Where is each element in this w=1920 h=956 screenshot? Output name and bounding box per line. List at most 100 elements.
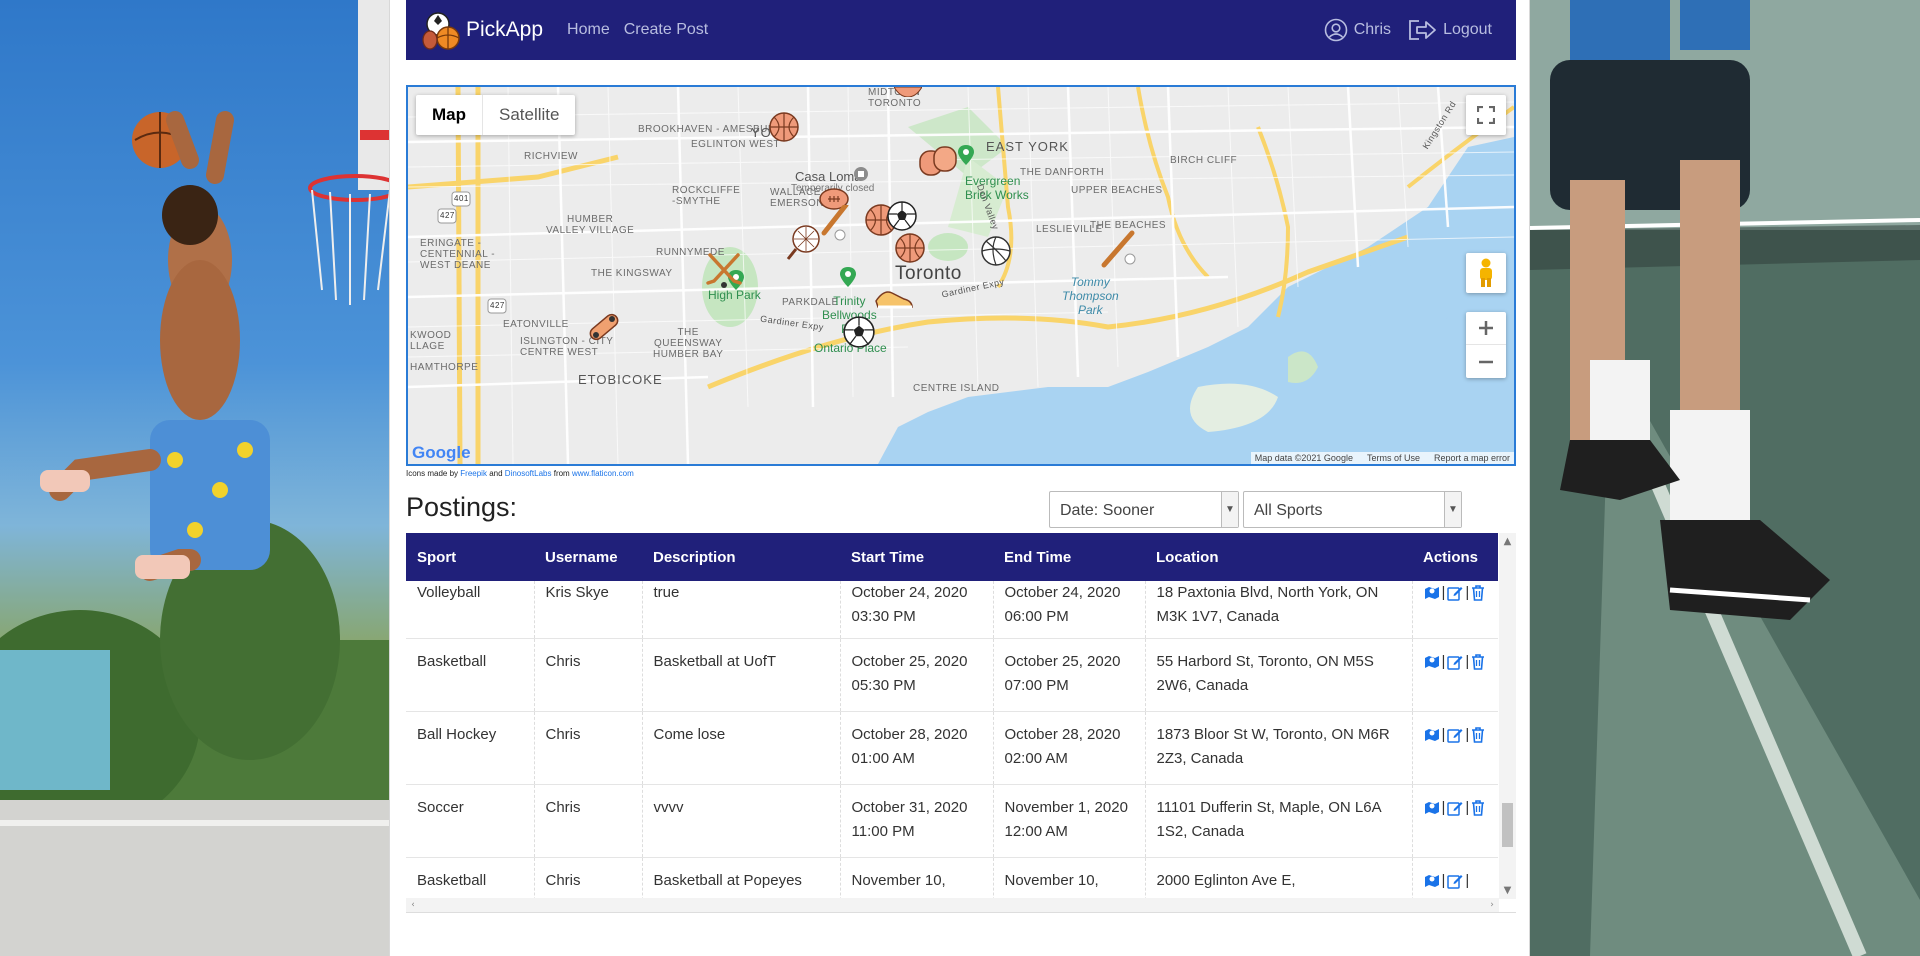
map-data-credit: Map data ©2021 Google	[1254, 453, 1353, 463]
cell-username: Chris	[534, 711, 643, 785]
boxing-marker-icon[interactable]	[918, 145, 958, 181]
user-profile-link[interactable]: Chris	[1324, 18, 1391, 42]
map-label-rockcliffe: ROCKCLIFFE -SMYTHE	[672, 185, 741, 207]
google-logo-text: Google	[412, 443, 471, 462]
tennis-baseball-marker-icon[interactable]	[784, 205, 854, 265]
cell-end-time: October 24, 2020 06:00 PM	[993, 581, 1146, 639]
map-type-map-button[interactable]: Map	[416, 95, 483, 135]
sport-filter-select[interactable]: All Sports ▼	[1243, 491, 1462, 528]
map-label-upper-beaches: UPPER BEACHES	[1071, 185, 1163, 196]
map-label-danforth: THE DANFORTH	[1020, 167, 1105, 178]
icon-credit: Icons made by Freepik and DinosoftLabs f…	[406, 469, 634, 478]
park-pin-icon[interactable]	[958, 145, 974, 165]
edit-icon[interactable]	[1447, 654, 1463, 670]
nav-home-link[interactable]: Home	[567, 21, 610, 39]
trash-icon[interactable]	[1471, 653, 1485, 670]
edit-icon[interactable]	[1447, 873, 1463, 889]
map-icon[interactable]	[1424, 873, 1440, 889]
soccer-marker-icon[interactable]	[886, 200, 918, 232]
scroll-up-arrow-icon[interactable]: ▲	[1499, 533, 1516, 550]
icon-credit-from: from	[553, 469, 570, 478]
action-separator: |	[1465, 584, 1470, 601]
cell-description: vvvv	[642, 784, 841, 858]
cell-username: Chris	[534, 638, 643, 712]
sneaker-marker-icon[interactable]	[874, 283, 914, 313]
scroll-thumb[interactable]	[1502, 803, 1513, 847]
edit-icon[interactable]	[1447, 800, 1463, 816]
park-pin-icon[interactable]	[840, 267, 856, 287]
map-icon[interactable]	[1424, 654, 1440, 670]
google-logo[interactable]: Google	[412, 443, 471, 463]
map-icon[interactable]	[1424, 585, 1440, 601]
zoom-in-button[interactable]	[1466, 312, 1506, 345]
basketball-marker-icon[interactable]	[894, 87, 922, 97]
cell-start-time: October 24, 2020 03:30 PM	[840, 581, 994, 639]
scroll-left-arrow-icon[interactable]: ‹	[406, 898, 420, 912]
street-view-button[interactable]	[1466, 253, 1506, 293]
edit-icon[interactable]	[1447, 585, 1463, 601]
cell-sport: Soccer	[406, 784, 535, 858]
cell-sport: Ball Hockey	[406, 711, 535, 785]
trash-icon[interactable]	[1471, 799, 1485, 816]
terms-of-use-link[interactable]: Terms of Use	[1367, 453, 1420, 463]
trash-icon[interactable]	[1471, 726, 1485, 743]
skateboard-marker-icon[interactable]	[584, 307, 624, 347]
table-row: Soccer Chris vvvv October 31, 2020 11:00…	[406, 784, 1498, 858]
table-vertical-scrollbar[interactable]: ▲ ▼	[1499, 533, 1516, 899]
map-label-the-kingsway: THE KINGSWAY	[591, 268, 673, 279]
fullscreen-icon	[1477, 106, 1495, 124]
dinosoftlabs-link[interactable]: DinosoftLabs	[505, 469, 552, 478]
cell-location: 18 Paxtonia Blvd, North York, ON M3K 1V7…	[1145, 581, 1413, 639]
column-header-start-time[interactable]: Start Time	[840, 533, 993, 581]
zoom-out-button[interactable]	[1466, 345, 1506, 378]
sort-order-value: Date: Sooner	[1060, 502, 1155, 519]
basketball-marker-icon[interactable]	[894, 232, 926, 264]
column-header-username[interactable]: Username	[534, 533, 642, 581]
chevron-down-icon: ▼	[1444, 492, 1461, 527]
icon-credit-prefix: Icons made by	[406, 469, 459, 478]
logout-button[interactable]: Logout	[1407, 18, 1492, 42]
map-type-satellite-button[interactable]: Satellite	[483, 95, 575, 135]
map-view[interactable]: 401 427 427 Toronto EAST YORK ETOBICOKE …	[406, 85, 1516, 466]
table-horizontal-scrollbar[interactable]: ‹ ›	[406, 898, 1499, 912]
cell-actions: | |	[1412, 638, 1498, 712]
column-header-description[interactable]: Description	[642, 533, 840, 581]
cell-sport: Basketball	[406, 638, 535, 712]
cell-start-time: October 25, 2020 05:30 PM	[840, 638, 994, 712]
trash-icon[interactable]	[1471, 585, 1485, 601]
nav-create-post-link[interactable]: Create Post	[624, 21, 708, 39]
sort-order-select[interactable]: Date: Sooner ▼	[1049, 491, 1239, 528]
postings-table-container[interactable]: Sport Username Description Start Time En…	[406, 533, 1516, 913]
landmark-pin-icon[interactable]	[854, 167, 868, 181]
soccer-marker-icon[interactable]	[842, 315, 876, 349]
column-header-location[interactable]: Location	[1145, 533, 1412, 581]
freepik-link[interactable]: Freepik	[460, 469, 487, 478]
map-label-427b: 427	[490, 301, 505, 310]
action-separator: |	[1465, 798, 1470, 816]
map-label-eringate: ERINGATE - CENTENNIAL - WEST DEANE	[420, 238, 496, 271]
action-separator: |	[1441, 798, 1446, 816]
scroll-down-arrow-icon[interactable]: ▼	[1499, 882, 1516, 899]
map-label-eatonville: EATONVILLE	[503, 319, 569, 330]
map-label-queensway: THE QUEENSWAY HUMBER BAY	[653, 327, 724, 360]
map-icon[interactable]	[1424, 727, 1440, 743]
action-separator: |	[1441, 584, 1446, 601]
column-header-end-time[interactable]: End Time	[993, 533, 1145, 581]
cell-start-time: October 31, 2020 11:00 PM	[840, 784, 994, 858]
volleyball-marker-icon[interactable]	[980, 235, 1012, 267]
action-separator: |	[1441, 652, 1446, 670]
flaticon-link[interactable]: www.flaticon.com	[572, 469, 634, 478]
brand-name: PickApp	[466, 18, 544, 41]
baseball-marker-icon[interactable]	[1100, 229, 1140, 269]
brand[interactable]: PickApp	[420, 8, 543, 52]
fullscreen-button[interactable]	[1466, 95, 1506, 135]
hockey-marker-icon[interactable]	[706, 253, 742, 289]
column-header-sport[interactable]: Sport	[406, 533, 534, 581]
edit-icon[interactable]	[1447, 727, 1463, 743]
scroll-right-arrow-icon[interactable]: ›	[1485, 898, 1499, 912]
table-row: Basketball Chris Basketball at UofT Octo…	[406, 638, 1498, 712]
map-icon[interactable]	[1424, 800, 1440, 816]
postings-title: Postings:	[406, 492, 518, 522]
report-map-error-link[interactable]: Report a map error	[1434, 453, 1510, 463]
basketball-marker-icon[interactable]	[768, 111, 800, 143]
